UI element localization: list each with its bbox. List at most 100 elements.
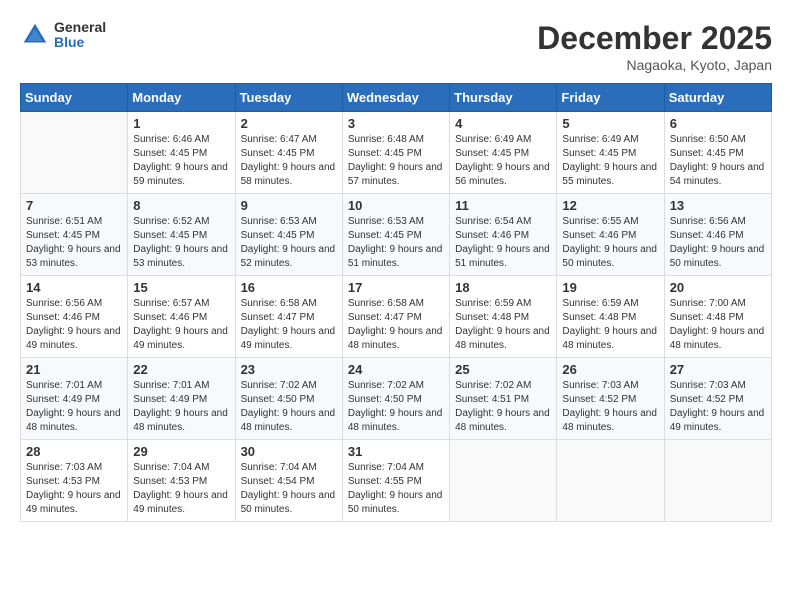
calendar-week-row: 28 Sunrise: 7:03 AMSunset: 4:53 PMDayligh… bbox=[21, 440, 772, 522]
day-info: Sunrise: 7:02 AMSunset: 4:50 PMDaylight:… bbox=[348, 379, 444, 435]
day-number: 22 bbox=[133, 362, 229, 377]
calendar-cell: 27 Sunrise: 7:03 AMSunset: 4:52 PMDayligh… bbox=[664, 358, 771, 440]
day-info: Sunrise: 6:58 AMSunset: 4:47 PMDaylight:… bbox=[241, 297, 337, 353]
day-info: Sunrise: 6:55 AMSunset: 4:46 PMDaylight:… bbox=[562, 215, 658, 271]
calendar-cell: 23 Sunrise: 7:02 AMSunset: 4:50 PMDayligh… bbox=[235, 358, 342, 440]
logo-text: General Blue bbox=[54, 20, 106, 51]
day-number: 7 bbox=[26, 198, 122, 213]
calendar-cell: 6 Sunrise: 6:50 AMSunset: 4:45 PMDaylight… bbox=[664, 112, 771, 194]
calendar-cell: 11 Sunrise: 6:54 AMSunset: 4:46 PMDayligh… bbox=[450, 194, 557, 276]
day-number: 19 bbox=[562, 280, 658, 295]
weekday-header: Friday bbox=[557, 84, 664, 112]
day-number: 21 bbox=[26, 362, 122, 377]
calendar-cell: 22 Sunrise: 7:01 AMSunset: 4:49 PMDayligh… bbox=[128, 358, 235, 440]
day-number: 15 bbox=[133, 280, 229, 295]
day-info: Sunrise: 6:53 AMSunset: 4:45 PMDaylight:… bbox=[348, 215, 444, 271]
day-number: 31 bbox=[348, 444, 444, 459]
day-info: Sunrise: 6:59 AMSunset: 4:48 PMDaylight:… bbox=[455, 297, 551, 353]
day-info: Sunrise: 7:03 AMSunset: 4:52 PMDaylight:… bbox=[562, 379, 658, 435]
weekday-header: Wednesday bbox=[342, 84, 449, 112]
day-info: Sunrise: 7:03 AMSunset: 4:52 PMDaylight:… bbox=[670, 379, 766, 435]
day-number: 27 bbox=[670, 362, 766, 377]
day-number: 30 bbox=[241, 444, 337, 459]
calendar-cell: 8 Sunrise: 6:52 AMSunset: 4:45 PMDaylight… bbox=[128, 194, 235, 276]
day-number: 6 bbox=[670, 116, 766, 131]
day-number: 24 bbox=[348, 362, 444, 377]
calendar-week-row: 14Sunrise: 6:56 AMSunset: 4:46 PMDayligh… bbox=[21, 276, 772, 358]
calendar-cell: 14Sunrise: 6:56 AMSunset: 4:46 PMDayligh… bbox=[21, 276, 128, 358]
calendar-cell: 30Sunrise: 7:04 AMSunset: 4:54 PMDayligh… bbox=[235, 440, 342, 522]
logo-blue: Blue bbox=[54, 35, 106, 50]
day-info: Sunrise: 6:52 AMSunset: 4:45 PMDaylight:… bbox=[133, 215, 229, 271]
day-info: Sunrise: 6:58 AMSunset: 4:47 PMDaylight:… bbox=[348, 297, 444, 353]
calendar-cell: 19 Sunrise: 6:59 AMSunset: 4:48 PMDayligh… bbox=[557, 276, 664, 358]
day-info: Sunrise: 6:56 AMSunset: 4:46 PMDaylight:… bbox=[26, 297, 122, 353]
weekday-header: Saturday bbox=[664, 84, 771, 112]
day-number: 12 bbox=[562, 198, 658, 213]
day-info: Sunrise: 6:56 AMSunset: 4:46 PMDaylight:… bbox=[670, 215, 766, 271]
calendar-cell: 16Sunrise: 6:58 AMSunset: 4:47 PMDayligh… bbox=[235, 276, 342, 358]
calendar-cell: 9Sunrise: 6:53 AMSunset: 4:45 PMDaylight… bbox=[235, 194, 342, 276]
weekday-header: Sunday bbox=[21, 84, 128, 112]
calendar-cell bbox=[664, 440, 771, 522]
day-number: 28 bbox=[26, 444, 122, 459]
calendar-cell: 3 Sunrise: 6:48 AMSunset: 4:45 PMDaylight… bbox=[342, 112, 449, 194]
calendar-cell bbox=[557, 440, 664, 522]
calendar-week-row: 1 Sunrise: 6:46 AMSunset: 4:45 PMDaylight… bbox=[21, 112, 772, 194]
day-number: 4 bbox=[455, 116, 551, 131]
calendar-cell bbox=[450, 440, 557, 522]
calendar-cell: 17Sunrise: 6:58 AMSunset: 4:47 PMDayligh… bbox=[342, 276, 449, 358]
day-number: 18 bbox=[455, 280, 551, 295]
logo-general: General bbox=[54, 20, 106, 35]
day-info: Sunrise: 6:50 AMSunset: 4:45 PMDaylight:… bbox=[670, 133, 766, 189]
logo-icon bbox=[20, 20, 50, 50]
day-info: Sunrise: 7:01 AMSunset: 4:49 PMDaylight:… bbox=[133, 379, 229, 435]
weekday-header-row: SundayMondayTuesdayWednesdayThursdayFrid… bbox=[21, 84, 772, 112]
calendar-cell: 18 Sunrise: 6:59 AMSunset: 4:48 PMDayligh… bbox=[450, 276, 557, 358]
calendar-cell: 5Sunrise: 6:49 AMSunset: 4:45 PMDaylight… bbox=[557, 112, 664, 194]
day-info: Sunrise: 6:54 AMSunset: 4:46 PMDaylight:… bbox=[455, 215, 551, 271]
day-number: 9 bbox=[241, 198, 337, 213]
day-info: Sunrise: 7:03 AMSunset: 4:53 PMDaylight:… bbox=[26, 461, 122, 517]
calendar-cell: 24 Sunrise: 7:02 AMSunset: 4:50 PMDayligh… bbox=[342, 358, 449, 440]
day-info: Sunrise: 7:02 AMSunset: 4:51 PMDaylight:… bbox=[455, 379, 551, 435]
day-number: 26 bbox=[562, 362, 658, 377]
day-number: 25 bbox=[455, 362, 551, 377]
calendar-week-row: 7 Sunrise: 6:51 AMSunset: 4:45 PMDaylight… bbox=[21, 194, 772, 276]
weekday-header: Tuesday bbox=[235, 84, 342, 112]
day-info: Sunrise: 7:04 AMSunset: 4:55 PMDaylight:… bbox=[348, 461, 444, 517]
calendar-table: SundayMondayTuesdayWednesdayThursdayFrid… bbox=[20, 83, 772, 522]
day-info: Sunrise: 6:57 AMSunset: 4:46 PMDaylight:… bbox=[133, 297, 229, 353]
calendar-week-row: 21 Sunrise: 7:01 AMSunset: 4:49 PMDayligh… bbox=[21, 358, 772, 440]
calendar-cell: 1 Sunrise: 6:46 AMSunset: 4:45 PMDaylight… bbox=[128, 112, 235, 194]
day-number: 2 bbox=[241, 116, 337, 131]
logo: General Blue bbox=[20, 20, 106, 51]
day-info: Sunrise: 6:59 AMSunset: 4:48 PMDaylight:… bbox=[562, 297, 658, 353]
weekday-header: Thursday bbox=[450, 84, 557, 112]
calendar-cell bbox=[21, 112, 128, 194]
day-number: 3 bbox=[348, 116, 444, 131]
day-info: Sunrise: 6:48 AMSunset: 4:45 PMDaylight:… bbox=[348, 133, 444, 189]
calendar-cell: 26 Sunrise: 7:03 AMSunset: 4:52 PMDayligh… bbox=[557, 358, 664, 440]
day-info: Sunrise: 7:02 AMSunset: 4:50 PMDaylight:… bbox=[241, 379, 337, 435]
calendar-cell: 20Sunrise: 7:00 AMSunset: 4:48 PMDayligh… bbox=[664, 276, 771, 358]
day-number: 29 bbox=[133, 444, 229, 459]
day-info: Sunrise: 6:47 AMSunset: 4:45 PMDaylight:… bbox=[241, 133, 337, 189]
day-number: 10 bbox=[348, 198, 444, 213]
calendar-cell: 12 Sunrise: 6:55 AMSunset: 4:46 PMDayligh… bbox=[557, 194, 664, 276]
day-info: Sunrise: 6:51 AMSunset: 4:45 PMDaylight:… bbox=[26, 215, 122, 271]
day-info: Sunrise: 6:49 AMSunset: 4:45 PMDaylight:… bbox=[455, 133, 551, 189]
calendar-cell: 2 Sunrise: 6:47 AMSunset: 4:45 PMDaylight… bbox=[235, 112, 342, 194]
page-header: General Blue December 2025 Nagaoka, Kyot… bbox=[20, 20, 772, 73]
calendar-cell: 21Sunrise: 7:01 AMSunset: 4:49 PMDayligh… bbox=[21, 358, 128, 440]
day-number: 23 bbox=[241, 362, 337, 377]
title-block: December 2025 Nagaoka, Kyoto, Japan bbox=[537, 20, 772, 73]
day-number: 11 bbox=[455, 198, 551, 213]
calendar-cell: 4 Sunrise: 6:49 AMSunset: 4:45 PMDaylight… bbox=[450, 112, 557, 194]
day-info: Sunrise: 7:04 AMSunset: 4:53 PMDaylight:… bbox=[133, 461, 229, 517]
day-number: 1 bbox=[133, 116, 229, 131]
day-number: 8 bbox=[133, 198, 229, 213]
day-info: Sunrise: 6:46 AMSunset: 4:45 PMDaylight:… bbox=[133, 133, 229, 189]
day-info: Sunrise: 7:00 AMSunset: 4:48 PMDaylight:… bbox=[670, 297, 766, 353]
location: Nagaoka, Kyoto, Japan bbox=[537, 57, 772, 73]
